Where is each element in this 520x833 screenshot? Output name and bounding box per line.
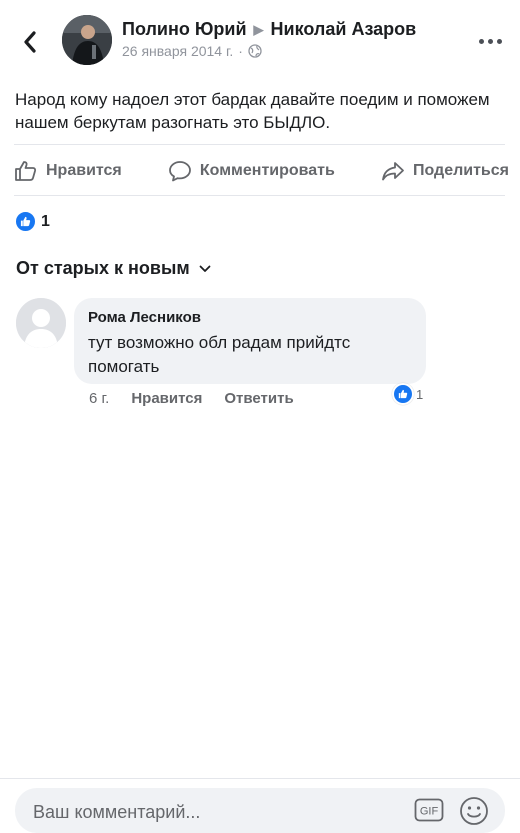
like-button[interactable]: Нравится	[14, 160, 122, 182]
sort-label: От старых к новым	[16, 258, 190, 278]
reaction-count: 1	[41, 212, 50, 230]
default-avatar-icon	[16, 298, 66, 348]
comment-composer: GIF	[15, 788, 505, 833]
gif-label: GIF	[420, 806, 439, 818]
comment-reaction-summary[interactable]: 1	[392, 383, 423, 405]
gif-icon: GIF	[414, 798, 444, 822]
post-action-bar: Нравится Комментировать Поделиться	[14, 158, 509, 184]
commenter-avatar[interactable]	[16, 298, 66, 348]
share-button[interactable]: Поделиться	[381, 160, 509, 182]
emoji-button[interactable]	[458, 795, 490, 827]
more-options-button[interactable]	[470, 28, 510, 54]
reaction-summary[interactable]: 1	[15, 211, 50, 232]
comment-icon	[168, 161, 191, 182]
comment-time[interactable]: 6 г.	[89, 390, 109, 407]
comment-input[interactable]	[31, 796, 395, 828]
comment-actions: 6 г. Нравится Ответить	[89, 390, 316, 407]
author-photo	[62, 15, 112, 65]
like-reaction-icon	[392, 383, 414, 405]
post-meta: 26 января 2014 г. ·	[122, 43, 262, 59]
post-text: Народ кому надоел этот бардак давайте по…	[15, 90, 490, 132]
arrow-right-icon: ▶	[253, 21, 264, 37]
recipient-name[interactable]: Николай Азаров	[271, 19, 417, 40]
comment-author[interactable]: Рома Лесников	[88, 309, 412, 326]
author-avatar[interactable]	[62, 15, 112, 65]
chevron-left-icon	[24, 31, 36, 53]
post-date[interactable]: 26 января 2014 г.	[122, 43, 233, 59]
comment-reply-button[interactable]: Ответить	[224, 390, 293, 407]
back-button[interactable]	[14, 26, 46, 58]
globe-icon	[248, 44, 262, 58]
divider	[14, 144, 505, 145]
meta-separator: ·	[238, 43, 243, 59]
more-dot	[496, 38, 502, 44]
comment-label: Комментировать	[199, 162, 335, 179]
chevron-down-icon	[199, 265, 211, 272]
more-dot	[478, 38, 484, 44]
post-author-line: Полино Юрий ▶ Николай Азаров	[122, 19, 416, 40]
share-label: Поделиться	[412, 162, 509, 179]
comment-bubble[interactable]: Рома Лесников тут возможно обл радам при…	[74, 298, 426, 384]
thumbs-up-icon	[15, 161, 37, 181]
composer-divider	[0, 778, 520, 779]
share-icon	[382, 162, 404, 181]
author-name[interactable]: Полино Юрий	[122, 19, 247, 40]
comment-text: тут возможно обл радам прийдтс помогать	[88, 333, 351, 376]
more-dot	[487, 38, 493, 44]
smiley-icon	[460, 797, 488, 825]
like-label: Нравится	[46, 162, 122, 179]
comment-button[interactable]: Комментировать	[168, 160, 335, 182]
divider	[14, 195, 505, 196]
comment-reaction-count: 1	[416, 386, 424, 402]
comment-like-button[interactable]: Нравится	[131, 390, 202, 407]
comment-sort-dropdown[interactable]: От старых к новым	[16, 258, 211, 279]
like-reaction-icon	[15, 211, 36, 232]
gif-button[interactable]: GIF	[414, 798, 444, 822]
